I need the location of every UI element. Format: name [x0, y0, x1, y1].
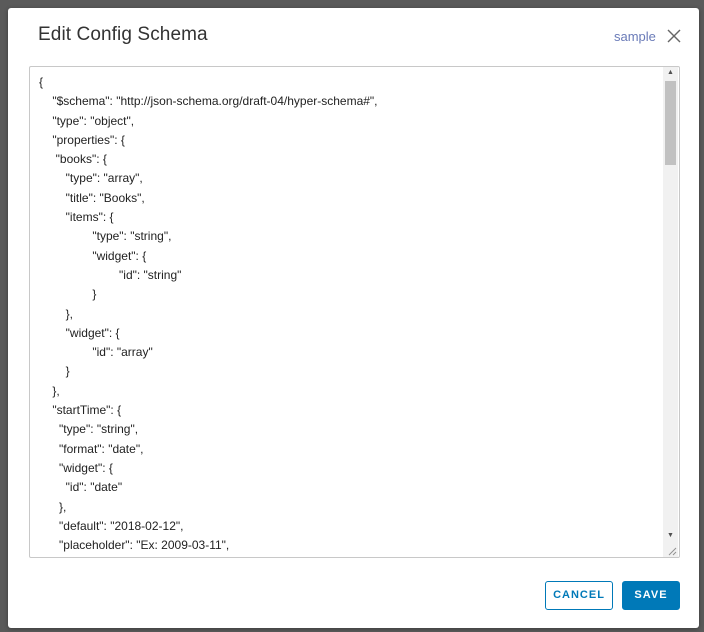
schema-textarea[interactable]: [30, 67, 662, 557]
resize-grip-icon[interactable]: [663, 543, 678, 557]
edit-config-schema-dialog: Edit Config Schema sample ▲ ▼ CANCEL SAV…: [8, 8, 699, 628]
scroll-thumb[interactable]: [665, 81, 676, 165]
schema-editor: ▲ ▼: [29, 66, 680, 558]
scroll-down-arrow-icon[interactable]: ▼: [663, 530, 678, 542]
close-icon: [667, 29, 681, 43]
scroll-up-arrow-icon[interactable]: ▲: [663, 67, 678, 79]
sample-link[interactable]: sample: [614, 29, 656, 44]
save-button[interactable]: SAVE: [622, 581, 680, 610]
cancel-button[interactable]: CANCEL: [545, 581, 613, 610]
close-button[interactable]: [665, 27, 683, 45]
editor-scrollbar[interactable]: ▲ ▼: [663, 67, 678, 557]
dialog-title: Edit Config Schema: [38, 24, 208, 45]
